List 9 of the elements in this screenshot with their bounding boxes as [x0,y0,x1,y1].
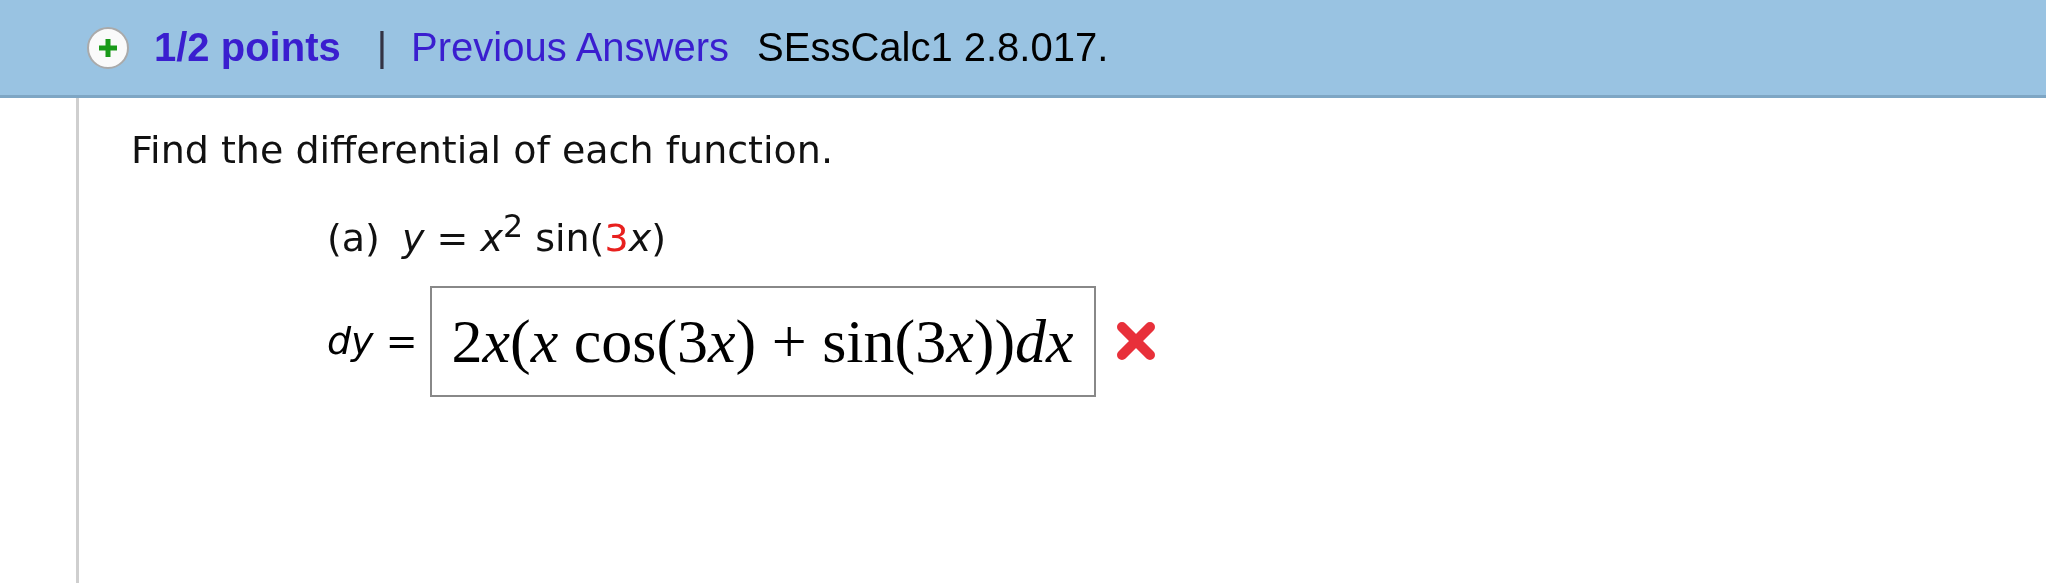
problem-code: SEssCalc1 2.8.017. [757,25,1109,70]
points-label: 1/2 points [154,25,341,70]
separator: | [376,25,388,70]
answer-field[interactable]: 2x(x cos(3x) + sin(3x))dx [429,285,1096,397]
plus-icon[interactable] [86,25,130,70]
question-prompt: Find the differential of each function. [131,127,834,172]
answer-label: dy = [327,319,418,364]
previous-answers-link[interactable]: Previous Answers [411,25,729,70]
function-expression: (a) y = x$^{2}$ sin(3x) [327,208,667,260]
